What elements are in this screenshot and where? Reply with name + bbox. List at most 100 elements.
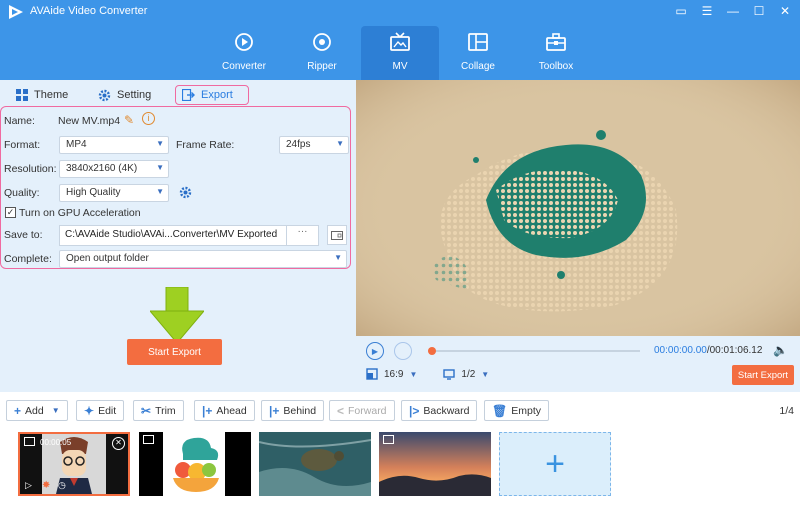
close-icon[interactable]: ✕ [776, 2, 794, 20]
gpu-label: Turn on GPU Acceleration [19, 207, 141, 219]
backward-icon: |> [409, 403, 420, 418]
frame-rate-label: Frame Rate: [176, 139, 235, 151]
clip-image [259, 432, 371, 496]
clip-thumbnail[interactable] [259, 432, 371, 496]
menu-icon[interactable]: ☰ [698, 2, 716, 20]
edit-icon: ✦ [84, 403, 95, 418]
chevron-down-icon: ▼ [51, 406, 60, 415]
toolbox-icon [546, 33, 566, 51]
behind-icon: |+ [269, 403, 280, 418]
ahead-button[interactable]: |+ Ahead [194, 400, 255, 421]
sub-tabs: Theme Setting Export [0, 82, 356, 108]
pencil-icon[interactable]: ✎ [124, 113, 134, 127]
quality-label: Quality: [4, 187, 40, 199]
export-icon [182, 89, 195, 101]
start-export-button[interactable]: Start Export [127, 339, 222, 365]
save-path-field[interactable]: C:\AVAide Studio\AVAi...Converter\MV Exp… [59, 225, 319, 246]
backward-button[interactable]: |> Backward [401, 400, 478, 421]
browse-button[interactable]: ··· [286, 226, 318, 245]
preview-artwork [356, 80, 800, 336]
aspect-ratio-control[interactable]: 16:9 ▼ 1/2 ▼ [366, 368, 489, 380]
maximize-icon[interactable]: ☐ [750, 2, 768, 20]
image-icon [143, 435, 154, 444]
chevron-down-icon: ▼ [156, 139, 164, 148]
export-panel: Theme Setting Export Name: New MV.mp4 ✎ … [0, 80, 356, 392]
arrow-down-icon [150, 287, 204, 344]
export-settings-form: Name: New MV.mp4 ✎ i Format: MP4 ▼ Frame … [0, 106, 351, 269]
gear-icon[interactable] [179, 186, 192, 199]
time-display: 00:00:00.00/00:01:06.12 [654, 345, 763, 356]
theme-icon [16, 89, 28, 101]
tab-theme[interactable]: Theme [16, 85, 68, 105]
clip-page-count: 1/4 [779, 405, 794, 417]
name-value: New MV.mp4 [58, 115, 121, 127]
chevron-down-icon: ▼ [336, 139, 344, 148]
nav-converter[interactable]: Converter [205, 26, 283, 80]
clip-toolbar: + Add ▼ ✦ Edit ✂ Trim |+ Ahead |+ Behind < Forw… [0, 400, 800, 424]
frame-rate-select[interactable]: 24fps ▼ [279, 136, 349, 154]
volume-icon[interactable]: 🔈 [773, 343, 788, 357]
save-to-label: Save to: [4, 229, 43, 241]
add-button[interactable]: + Add ▼ [6, 400, 68, 421]
monitor-icon [443, 368, 456, 380]
stop-button[interactable] [394, 342, 412, 360]
progress-handle[interactable] [428, 347, 436, 355]
title-bar: AVAide Video Converter ▭ ☰ — ☐ ✕ Convert… [0, 0, 800, 80]
info-icon[interactable]: i [142, 112, 155, 125]
video-preview [356, 80, 800, 336]
nav-collage[interactable]: Collage [439, 26, 517, 80]
gpu-checkbox[interactable]: ✓ [5, 207, 16, 218]
ripper-icon [313, 33, 331, 51]
trash-icon: 🗑 [492, 403, 508, 418]
collage-icon [468, 33, 488, 51]
minimize-icon[interactable]: — [724, 2, 742, 20]
player-controls: ▶ 00:00:00.00/00:01:06.12 🔈 16:9 ▼ 1/2 ▼… [356, 336, 800, 392]
nav-toolbox[interactable]: Toolbox [517, 26, 595, 80]
scissors-icon: ✂ [141, 403, 152, 418]
feedback-icon[interactable]: ▭ [672, 2, 690, 20]
chevron-down-icon: ▼ [156, 187, 164, 196]
app-logo-icon [9, 5, 23, 19]
complete-select[interactable]: Open output folder ▼ [59, 250, 347, 268]
tab-setting[interactable]: Setting [98, 85, 151, 105]
forward-icon: < [337, 403, 345, 418]
forward-button[interactable]: < Forward [329, 400, 395, 421]
start-export-button[interactable]: Start Export [732, 365, 794, 385]
resolution-select[interactable]: 3840x2160 (4K) ▼ [59, 160, 169, 178]
plus-icon: + [545, 444, 565, 483]
clip-strip: 00:00:05 ✕ ▷ ✸ ◷ + [0, 432, 800, 498]
main-nav: Converter Ripper MV Collage Toolbox [205, 26, 595, 80]
image-icon [24, 437, 35, 446]
empty-button[interactable]: 🗑 Empty [484, 400, 549, 421]
nav-mv[interactable]: MV [361, 26, 439, 80]
effect-icon[interactable]: ✸ [42, 480, 50, 491]
chevron-down-icon[interactable]: ▼ [481, 370, 489, 379]
quality-select[interactable]: High Quality ▼ [59, 184, 169, 202]
clip-thumbnail[interactable] [139, 432, 251, 496]
format-select[interactable]: MP4 ▼ [59, 136, 169, 154]
clock-icon[interactable]: ◷ [58, 480, 66, 491]
ahead-icon: |+ [202, 403, 213, 418]
image-icon [383, 435, 394, 444]
aspect-ratio-icon [366, 368, 378, 380]
edit-button[interactable]: ✦ Edit [76, 400, 125, 421]
mv-icon [390, 32, 410, 51]
resolution-label: Resolution: [4, 163, 57, 175]
clip-thumbnail[interactable]: 00:00:05 ✕ ▷ ✸ ◷ [18, 432, 130, 496]
clip-thumbnail[interactable] [379, 432, 491, 496]
behind-button[interactable]: |+ Behind [261, 400, 325, 421]
progress-bar[interactable] [428, 347, 640, 355]
window-controls: ▭ ☰ — ☐ ✕ [672, 2, 794, 20]
play-icon[interactable]: ▷ [25, 480, 32, 491]
nav-ripper[interactable]: Ripper [283, 26, 361, 80]
converter-icon [235, 33, 253, 51]
folder-icon [331, 231, 343, 240]
open-folder-button[interactable] [327, 225, 347, 245]
app-title: AVAide Video Converter [30, 5, 148, 17]
add-clip-button[interactable]: + [499, 432, 611, 496]
remove-clip-icon[interactable]: ✕ [112, 437, 125, 450]
chevron-down-icon[interactable]: ▼ [409, 370, 417, 379]
play-button[interactable]: ▶ [366, 342, 384, 360]
tab-export[interactable]: Export [175, 85, 249, 105]
trim-button[interactable]: ✂ Trim [133, 400, 184, 421]
